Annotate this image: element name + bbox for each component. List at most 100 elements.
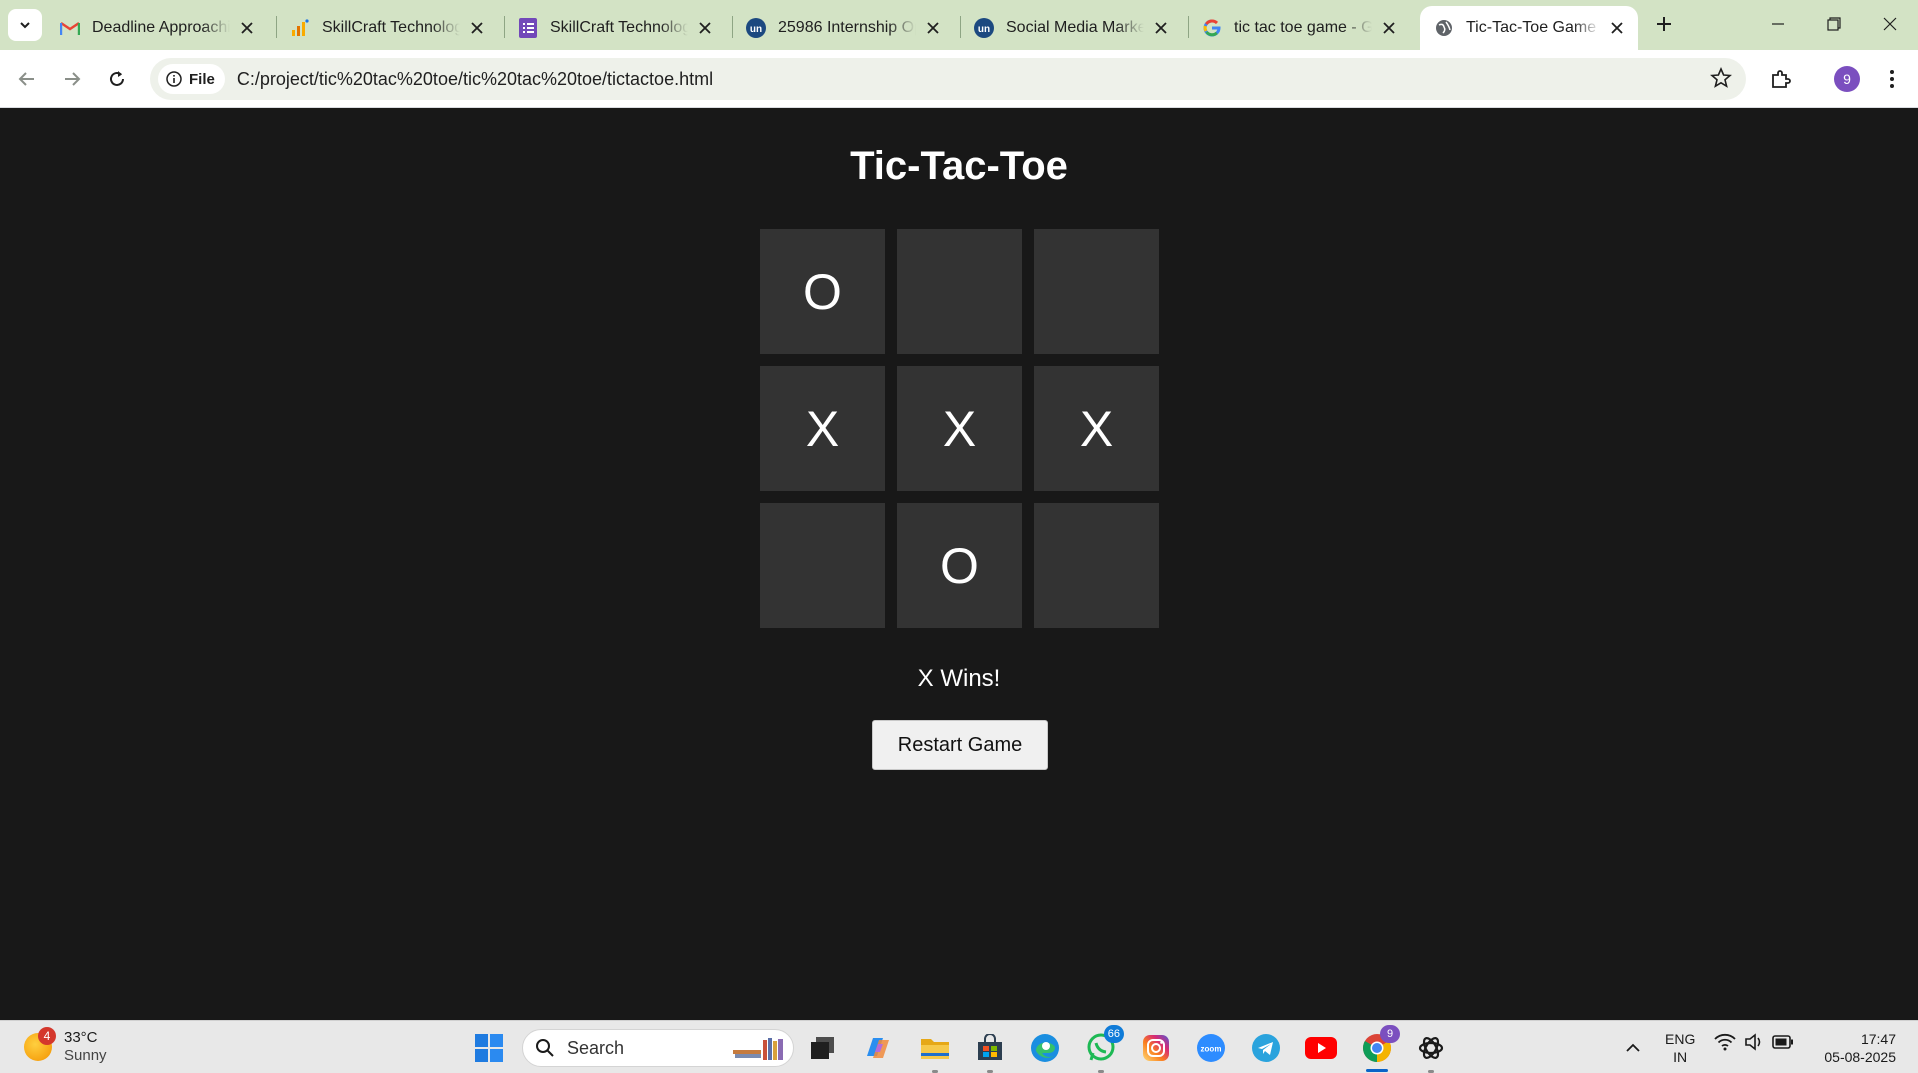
board-cell-1[interactable] [897, 229, 1022, 354]
close-icon[interactable] [1150, 17, 1172, 39]
arrow-right-icon [65, 72, 81, 86]
folder-icon [921, 1039, 949, 1059]
close-icon[interactable] [922, 17, 944, 39]
task-view-button[interactable] [806, 1031, 840, 1065]
board-cell-5[interactable]: X [1034, 366, 1159, 491]
weather-temp: 33°C [64, 1029, 98, 1046]
battery-icon [1772, 1035, 1793, 1049]
active-app-indicator [1366, 1069, 1388, 1072]
volume-icon [1745, 1033, 1761, 1051]
tab-google-search[interactable]: tic tac toe game - Google Search [1188, 6, 1410, 50]
instagram-icon [1143, 1035, 1169, 1061]
profile-avatar[interactable]: 9 [1834, 66, 1860, 92]
minimize-icon [1772, 23, 1784, 25]
close-icon[interactable] [466, 17, 488, 39]
new-tab-button[interactable] [1650, 10, 1678, 38]
telegram-button[interactable] [1249, 1031, 1283, 1065]
svg-text:un: un [978, 24, 990, 35]
tab-internship[interactable]: un 25986 Internship Opportunities [732, 6, 954, 50]
arrow-left-icon [18, 72, 34, 86]
profile-initial: 9 [1843, 71, 1851, 87]
close-icon[interactable] [694, 17, 716, 39]
system-tray[interactable] [1714, 1033, 1794, 1051]
back-button[interactable] [10, 62, 44, 96]
site-info-label: File [189, 70, 215, 88]
board-cell-4[interactable]: X [897, 366, 1022, 491]
input-language-indicator[interactable]: ENG IN [1665, 1030, 1695, 1066]
search-placeholder: Search [567, 1037, 625, 1058]
chevron-up-icon [1626, 1043, 1640, 1052]
search-icon [535, 1038, 555, 1058]
tab-skillcraft-forms[interactable]: SkillCraft Technology [504, 6, 726, 50]
store-button[interactable] [973, 1031, 1007, 1073]
bookmark-star-icon[interactable] [1710, 66, 1732, 94]
tab-gmail[interactable]: Deadline Approaching [46, 6, 268, 50]
forward-button[interactable] [55, 62, 89, 96]
copilot-button[interactable] [861, 1031, 895, 1065]
close-icon [1883, 17, 1897, 31]
google-icon [1202, 18, 1222, 38]
close-icon[interactable] [236, 17, 258, 39]
tab-social-media[interactable]: un Social Media Marketing [960, 6, 1182, 50]
board-cell-7[interactable]: O [897, 503, 1022, 628]
whatsapp-badge: 66 [1103, 1025, 1124, 1043]
gmail-icon [60, 18, 80, 38]
svg-text:zoom: zoom [1201, 1045, 1222, 1054]
zoom-button[interactable]: zoom [1194, 1031, 1228, 1065]
tab-title: 25986 Internship Opportunities [778, 19, 916, 36]
game-title: Tic-Tac-Toe [850, 144, 1068, 188]
window-close-button[interactable] [1862, 0, 1918, 48]
youtube-button[interactable] [1304, 1031, 1338, 1065]
sun-icon: 4 [24, 1027, 56, 1061]
clock-time: 17:47 [1860, 1031, 1896, 1047]
reload-button[interactable] [100, 62, 134, 96]
restore-icon [1827, 17, 1841, 31]
wifi-icon [1714, 1033, 1736, 1051]
task-view-icon [811, 1037, 834, 1059]
instagram-button[interactable] [1139, 1031, 1173, 1065]
board-cell-2[interactable] [1034, 229, 1159, 354]
url-text[interactable]: C:/project/tic%20tac%20toe/tic%20tac%20t… [237, 69, 713, 90]
game-board: O X X X O [760, 229, 1160, 628]
tab-strip: Deadline Approaching SkillCraft Technolo… [0, 0, 1918, 50]
tab-search-button[interactable] [8, 9, 42, 41]
language-line2: IN [1673, 1049, 1688, 1065]
site-info-chip[interactable]: File [158, 64, 225, 94]
board-cell-0[interactable]: O [760, 229, 885, 354]
restore-button[interactable] [1806, 0, 1862, 48]
unstop-icon: un [746, 18, 766, 38]
weather-widget[interactable]: 4 33°C Sunny [24, 1027, 107, 1065]
globe-icon [1434, 18, 1454, 38]
chrome-button[interactable]: 9 [1360, 1025, 1400, 1065]
tab-title: SkillCraft Technology [322, 19, 460, 36]
system-clock[interactable]: 17:47 05-08-2025 [1810, 1030, 1896, 1066]
tab-title: Deadline Approaching [92, 19, 230, 36]
puzzle-icon [1772, 70, 1791, 88]
start-button[interactable] [472, 1031, 506, 1065]
analytics-icon [290, 18, 310, 38]
weather-condition: Sunny [64, 1047, 107, 1064]
board-cell-3[interactable]: X [760, 366, 885, 491]
tab-skillcraft-analytics[interactable]: SkillCraft Technology [276, 6, 498, 50]
edge-icon [1031, 1034, 1059, 1062]
store-icon [978, 1034, 1002, 1060]
file-explorer-button[interactable] [918, 1031, 952, 1073]
close-icon[interactable] [1378, 17, 1400, 39]
chatgpt-button[interactable] [1414, 1031, 1448, 1073]
weather-badge: 4 [38, 1027, 56, 1045]
address-bar[interactable]: File C:/project/tic%20tac%20toe/tic%20ta… [150, 58, 1746, 100]
chevron-down-icon [20, 22, 30, 29]
menu-button[interactable] [1875, 62, 1909, 96]
edge-button[interactable] [1028, 1031, 1062, 1065]
extensions-button[interactable] [1764, 62, 1798, 96]
board-cell-8[interactable] [1034, 503, 1159, 628]
tab-tictactoe-active[interactable]: Tic-Tac-Toe Game [1420, 6, 1638, 50]
show-hidden-icons-button[interactable] [1616, 1031, 1650, 1065]
close-icon[interactable] [1606, 17, 1628, 39]
taskbar-search[interactable]: Search [522, 1029, 794, 1067]
restart-game-button[interactable]: Restart Game [872, 720, 1048, 770]
board-cell-6[interactable] [760, 503, 885, 628]
whatsapp-button[interactable]: 66 [1084, 1025, 1124, 1073]
minimize-button[interactable] [1750, 0, 1806, 48]
books-illustration-icon [733, 1038, 783, 1060]
